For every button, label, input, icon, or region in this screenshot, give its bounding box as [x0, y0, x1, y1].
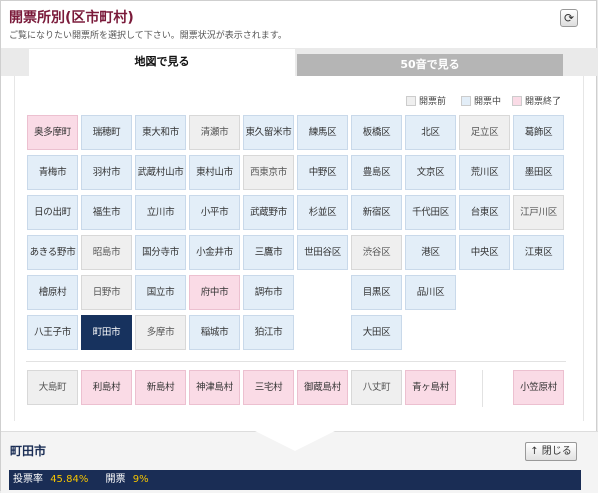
municipality-cell[interactable]: 文京区 [405, 155, 456, 190]
legend-item-closed: 開票終了 [512, 94, 561, 107]
island-municipality-cell[interactable]: 小笠原村 [513, 370, 564, 405]
municipality-cell[interactable]: 立川市 [135, 195, 186, 230]
results-panel: 開票所別(区市町村) ご覧になりたい開票所を選択して下さい。開票状況が表示されま… [0, 0, 598, 493]
municipality-cell[interactable]: 瑞穂町 [81, 115, 132, 150]
municipality-cell[interactable]: 日の出町 [27, 195, 78, 230]
municipality-cell[interactable]: 練馬区 [297, 115, 348, 150]
close-button[interactable]: ↑ 閉じる [525, 442, 577, 461]
municipality-cell[interactable]: 台東区 [459, 195, 510, 230]
municipality-cell[interactable]: 三鷹市 [243, 235, 294, 270]
municipality-cell[interactable]: 奥多摩町 [27, 115, 78, 150]
tab-kana-view[interactable]: 50音で見る [297, 54, 563, 76]
count-progress-label: 開票 [105, 474, 126, 485]
legend-label: 開票前 [419, 97, 447, 107]
legend-label: 開票終了 [525, 97, 562, 107]
municipality-cell[interactable]: 東久留米市 [243, 115, 294, 150]
island-municipality-cell[interactable]: 三宅村 [243, 370, 294, 405]
municipality-cell[interactable]: 板橋区 [351, 115, 402, 150]
municipality-cell[interactable]: 港区 [405, 235, 456, 270]
island-municipality-cell[interactable]: 利島村 [81, 370, 132, 405]
islands-divider [26, 361, 566, 362]
island-municipality-cell[interactable]: 青ヶ島村 [405, 370, 456, 405]
municipality-cell[interactable]: 中央区 [459, 235, 510, 270]
municipality-cell[interactable]: 世田谷区 [297, 235, 348, 270]
page-title: 開票所別(区市町村) [9, 10, 134, 26]
legend-swatch [512, 95, 522, 106]
municipality-cell[interactable]: 多摩市 [135, 315, 186, 350]
municipality-cell[interactable]: 江戸川区 [513, 195, 564, 230]
turnout-label: 投票率 [13, 474, 43, 485]
legend-label: 開票中 [474, 97, 502, 107]
municipality-cell[interactable]: 新宿区 [351, 195, 402, 230]
island-municipality-cell[interactable]: 御蔵島村 [297, 370, 348, 405]
municipality-cell[interactable]: 青梅市 [27, 155, 78, 190]
municipality-cell[interactable]: 江東区 [513, 235, 564, 270]
islands-separator [482, 370, 483, 407]
refresh-button[interactable]: ⟳ [560, 9, 578, 27]
municipality-cell[interactable]: 東村山市 [189, 155, 240, 190]
selection-pointer [255, 431, 335, 451]
municipality-cell[interactable]: 武蔵野市 [243, 195, 294, 230]
municipality-cell[interactable]: 千代田区 [405, 195, 456, 230]
municipality-cell[interactable]: 葛飾区 [513, 115, 564, 150]
municipality-cell[interactable]: 福生市 [81, 195, 132, 230]
municipality-cell[interactable]: 羽村市 [81, 155, 132, 190]
municipality-cell[interactable]: 小平市 [189, 195, 240, 230]
legend-swatch [406, 95, 416, 106]
municipality-cell[interactable]: 品川区 [405, 275, 456, 310]
municipality-cell[interactable]: 八王子市 [27, 315, 78, 350]
turnout-value: 45.84% [50, 474, 89, 485]
close-button-label: 閉じる [541, 446, 572, 457]
municipality-cell[interactable]: 中野区 [297, 155, 348, 190]
municipality-cell[interactable]: 大田区 [351, 315, 402, 350]
municipality-cell[interactable]: 北区 [405, 115, 456, 150]
municipality-cell[interactable]: 墨田区 [513, 155, 564, 190]
arrow-up-icon: ↑ [530, 446, 539, 457]
count-progress-value: 9% [132, 474, 149, 485]
island-municipality-cell[interactable]: 大島町 [27, 370, 78, 405]
legend-item-open: 開票中 [461, 94, 501, 107]
island-municipality-cell[interactable]: 新島村 [135, 370, 186, 405]
page-subtitle: ご覧になりたい開票所を選択して下さい。開票状況が表示されます。 [9, 31, 287, 41]
municipality-cell[interactable]: 昭島市 [81, 235, 132, 270]
municipality-cell[interactable]: 武蔵村山市 [135, 155, 186, 190]
municipality-cell[interactable]: 府中市 [189, 275, 240, 310]
municipality-cell[interactable]: 調布市 [243, 275, 294, 310]
municipality-cell[interactable]: 町田市 [81, 315, 132, 350]
municipality-cell[interactable]: 目黒区 [351, 275, 402, 310]
island-municipality-cell[interactable]: 神津島村 [189, 370, 240, 405]
island-municipality-cell[interactable]: 八丈町 [351, 370, 402, 405]
result-stats-bar: 投票率 45.84% 開票 9% [9, 470, 581, 490]
municipality-cell[interactable]: 杉並区 [297, 195, 348, 230]
municipality-cell[interactable]: 渋谷区 [351, 235, 402, 270]
municipality-cell[interactable]: 国分寺市 [135, 235, 186, 270]
municipality-cell[interactable]: 清瀬市 [189, 115, 240, 150]
municipality-cell[interactable]: 豊島区 [351, 155, 402, 190]
refresh-icon: ⟳ [563, 11, 575, 25]
municipality-cell[interactable]: 足立区 [459, 115, 510, 150]
selected-municipality-name: 町田市 [10, 444, 47, 458]
municipality-cell[interactable]: 荒川区 [459, 155, 510, 190]
municipality-cell[interactable]: 西東京市 [243, 155, 294, 190]
municipality-cell[interactable]: 日野市 [81, 275, 132, 310]
municipality-cell[interactable]: 稲城市 [189, 315, 240, 350]
municipality-cell[interactable]: 檜原村 [27, 275, 78, 310]
municipality-cell[interactable]: 国立市 [135, 275, 186, 310]
legend-swatch [461, 95, 471, 106]
municipality-cell[interactable]: 東大和市 [135, 115, 186, 150]
municipality-cell[interactable]: あきる野市 [27, 235, 78, 270]
municipality-cell[interactable]: 小金井市 [189, 235, 240, 270]
municipality-cell[interactable]: 狛江市 [243, 315, 294, 350]
tab-map-view[interactable]: 地図で見る [29, 49, 295, 77]
legend-item-pre: 開票前 [406, 94, 446, 107]
